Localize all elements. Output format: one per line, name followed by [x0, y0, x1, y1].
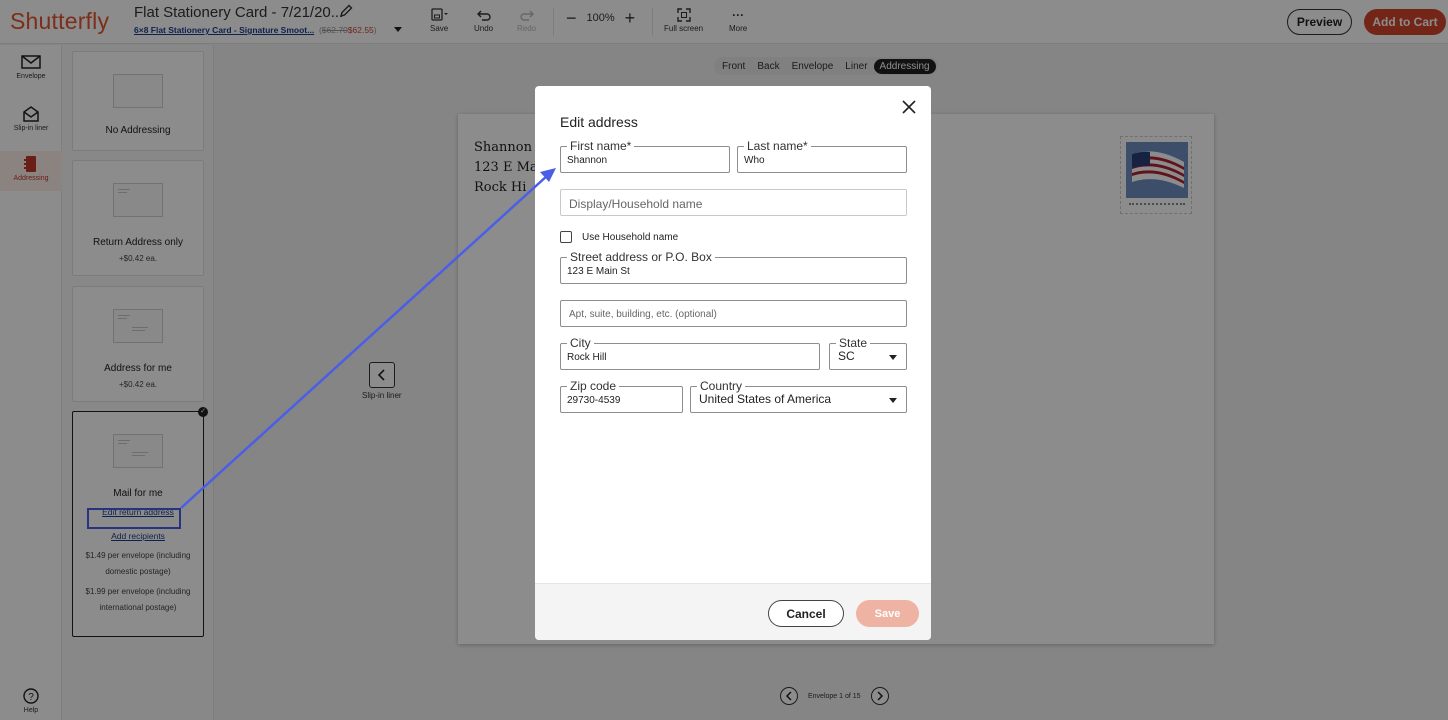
household-name-checkbox[interactable]	[560, 231, 572, 243]
close-icon[interactable]	[901, 99, 917, 115]
chevron-down-icon	[889, 398, 897, 403]
select-value: SC	[838, 349, 855, 363]
field-label: City	[567, 336, 594, 350]
field-label: First name*	[567, 139, 635, 153]
country-select[interactable]: Country United States of America	[690, 379, 907, 413]
zip-code-field[interactable]: Zip code 29730-4539	[560, 379, 683, 413]
dialog-footer: Cancel Save	[535, 583, 931, 640]
street-address-field[interactable]: Street address or P.O. Box 123 E Main St	[560, 250, 907, 284]
state-select[interactable]: State SC	[829, 336, 907, 370]
cancel-button[interactable]: Cancel	[768, 600, 844, 627]
first-name-field[interactable]: First name* Shannon	[560, 139, 730, 173]
field-value: Shannon	[567, 155, 608, 166]
field-value: 29730-4539	[567, 395, 621, 406]
field-placeholder: Apt, suite, building, etc. (optional)	[569, 309, 717, 320]
checkbox-label: Use Household name	[582, 231, 679, 243]
chevron-down-icon	[889, 355, 897, 360]
last-name-field[interactable]: Last name* Who	[737, 139, 907, 173]
field-label: Zip code	[567, 379, 620, 393]
city-field[interactable]: City Rock Hill	[560, 336, 820, 370]
field-value: Who	[744, 155, 765, 166]
apt-suite-field[interactable]: Apt, suite, building, etc. (optional)	[560, 300, 907, 327]
dialog-title: Edit address	[560, 114, 638, 130]
display-name-field[interactable]: Display/Household name	[560, 189, 907, 216]
save-button[interactable]: Save	[856, 600, 919, 627]
field-value: 123 E Main St	[567, 266, 630, 277]
field-placeholder: Display/Household name	[569, 197, 703, 211]
field-label: Last name*	[744, 139, 811, 153]
select-value: United States of America	[699, 392, 832, 406]
field-label: State	[836, 336, 871, 350]
field-value: Rock Hill	[567, 352, 607, 363]
field-label: Street address or P.O. Box	[567, 250, 715, 264]
edit-address-dialog: Edit address First name* Shannon Last na…	[535, 86, 931, 640]
field-label: Country	[697, 379, 746, 393]
household-name-row: Use Household name	[560, 231, 678, 243]
